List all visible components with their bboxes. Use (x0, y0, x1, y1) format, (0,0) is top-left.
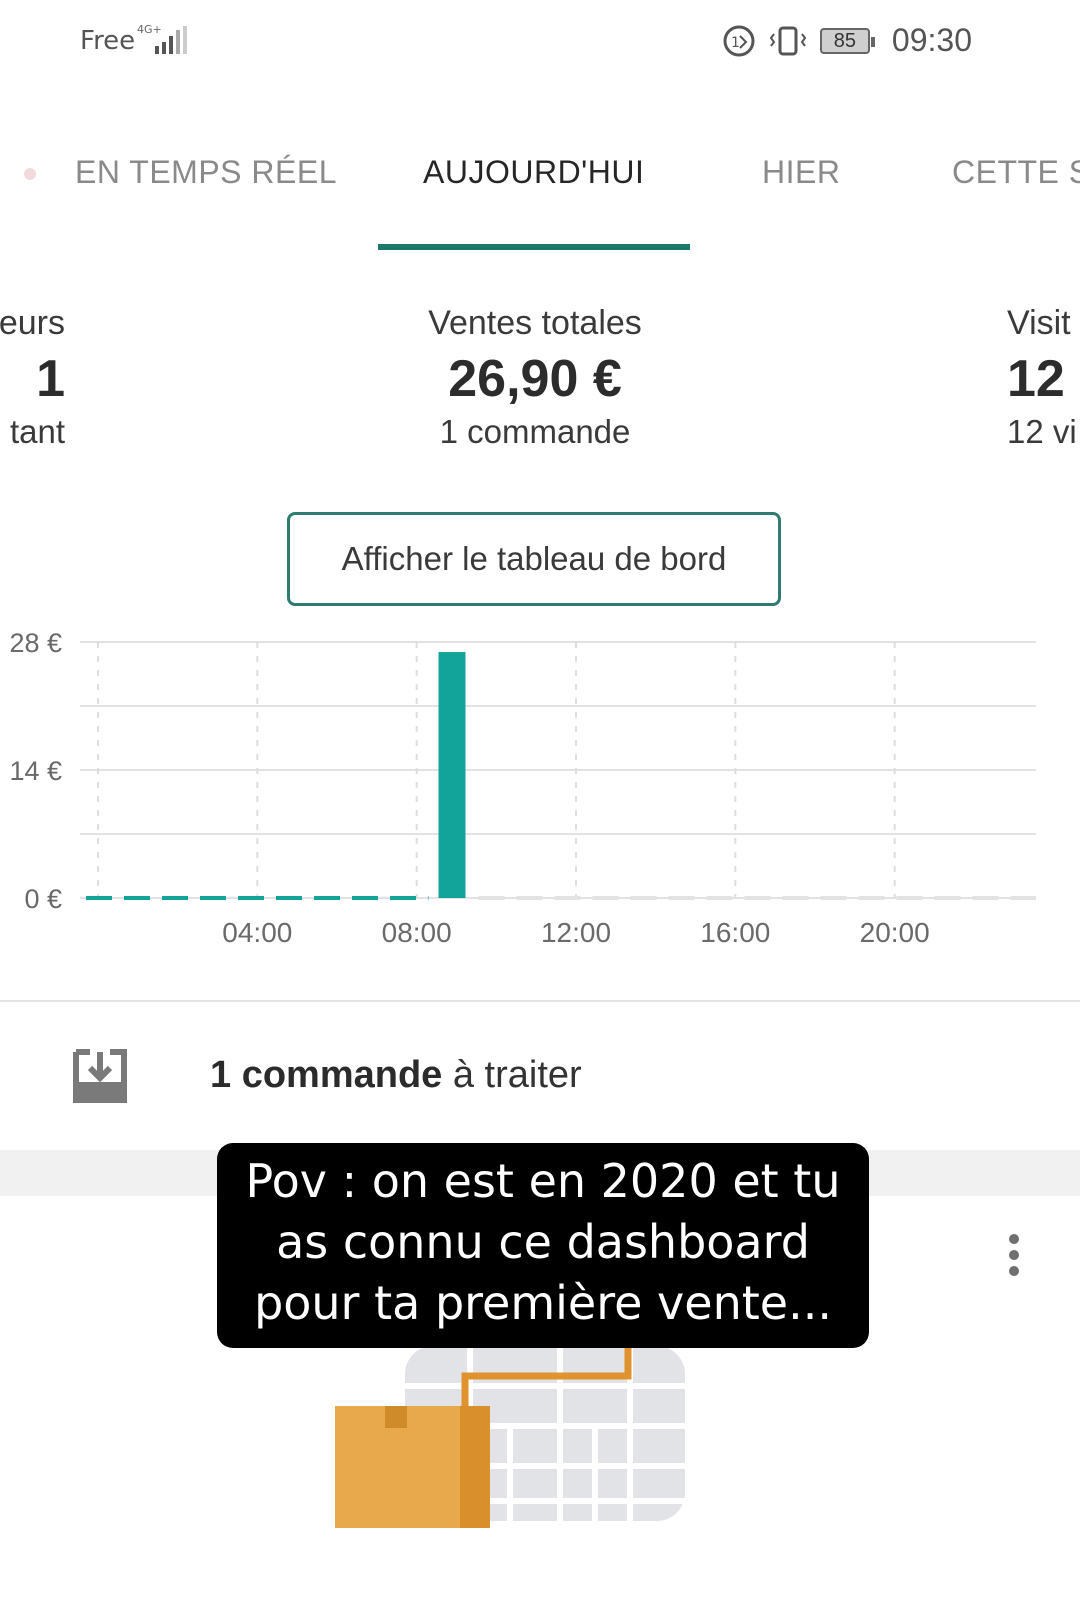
stat-sub: 12 vi (1007, 413, 1077, 450)
network-label: 4G+ (137, 23, 162, 36)
x-tick-label: 04:00 (222, 917, 292, 948)
stat-visits: Visit 12 12 vi (1007, 304, 1080, 451)
signal-icon: 4G+ (137, 23, 187, 54)
stat-value: 1 (36, 350, 65, 408)
x-tick-label: 12:00 (541, 917, 611, 948)
stat-label: Ventes totales (428, 304, 642, 342)
orders-to-process-text: 1 commande à traiter (210, 1054, 582, 1097)
orders-count: 1 commande (210, 1054, 443, 1096)
x-tick-label: 20:00 (860, 917, 930, 948)
x-tick-label: 08:00 (382, 917, 452, 948)
stat-value: 26,90 € (448, 350, 622, 408)
tab-yesterday[interactable]: HIER (762, 154, 840, 191)
svg-text:1: 1 (731, 35, 740, 51)
vibrate-icon (769, 26, 807, 55)
tab-this-week[interactable]: CETTE S (952, 154, 1080, 191)
caption-line: as connu ce dashboard (276, 1215, 810, 1269)
caption-line: Pov : on est en 2020 et tu (245, 1154, 841, 1208)
y-tick-label: 14 € (9, 756, 62, 786)
caption-line: pour ta première vente... (254, 1276, 832, 1330)
stat-visitors-now: eurs 1 tant (0, 304, 65, 451)
stat-sub: 1 commande (439, 413, 631, 450)
battery-icon: 85 (819, 27, 875, 54)
stat-label: eurs (0, 304, 65, 342)
stat-label: Visit (1007, 304, 1071, 342)
show-dashboard-button[interactable]: Afficher le tableau de bord (287, 512, 781, 606)
stat-value: 12 (1007, 350, 1065, 408)
sales-chart: 28 € 14 € 0 € 04:00 08:00 12:00 16:00 20:00 (9, 630, 1036, 948)
carrier-label: Free (80, 26, 136, 56)
status-bar: Free 4G+ 1 85 09:30 (0, 0, 1080, 84)
tab-realtime[interactable]: EN TEMPS RÉEL (75, 154, 337, 191)
y-tick-label: 0 € (24, 884, 62, 914)
tab-today[interactable]: AUJOURD'HUI (423, 154, 644, 191)
period-tabs: EN TEMPS RÉEL AUJOURD'HUI HIER CETTE S (0, 150, 1080, 250)
orders-status: à traiter (442, 1054, 582, 1096)
battery-level: 85 (833, 29, 857, 52)
caption-overlay: Pov : on est en 2020 et tu as connu ce d… (217, 1143, 869, 1348)
sales-bar (438, 652, 466, 898)
hd-voice-icon: 1 (723, 25, 755, 56)
delivery-box-illustration (335, 1346, 685, 1528)
more-options-icon[interactable] (1002, 1234, 1026, 1278)
clock: 09:30 (891, 22, 972, 58)
stat-sub: tant (9, 413, 65, 450)
y-tick-label: 28 € (9, 630, 62, 658)
stat-total-sales: Ventes totales 26,90 € 1 commande (300, 304, 770, 451)
orders-to-process-row[interactable]: 1 commande à traiter (0, 1002, 1080, 1152)
inbox-download-icon (73, 1049, 127, 1103)
active-tab-indicator (378, 244, 690, 250)
x-tick-label: 16:00 (700, 917, 770, 948)
